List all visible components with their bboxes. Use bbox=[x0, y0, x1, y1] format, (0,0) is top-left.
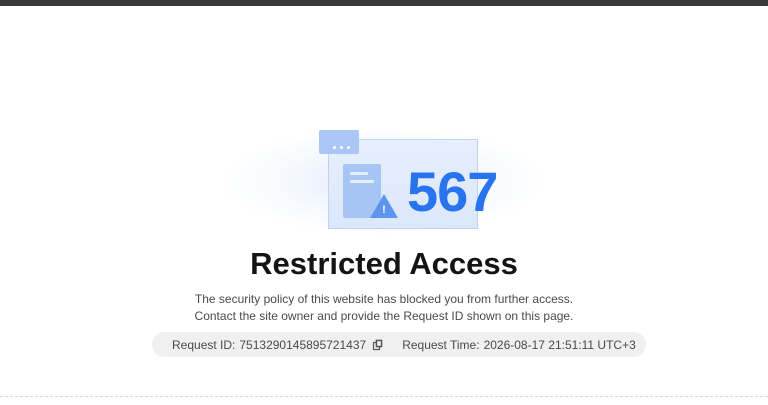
request-id-value: 7513290145895721437 bbox=[239, 337, 367, 352]
error-code: 567 bbox=[407, 160, 498, 223]
page-title: Restricted Access bbox=[250, 246, 518, 281]
copy-icon[interactable] bbox=[372, 339, 384, 351]
request-time-value: 2026-08-17 21:51:11 UTC+3 bbox=[483, 337, 636, 352]
request-info-bar: Request ID: 7513290145895721437 Request … bbox=[152, 332, 646, 357]
window-dots-icon bbox=[333, 146, 350, 149]
request-time-label: Request Time: bbox=[402, 337, 480, 352]
request-id-label: Request ID: bbox=[172, 337, 236, 352]
bottom-divider bbox=[0, 396, 768, 397]
description-line-1: The security policy of this website has … bbox=[194, 292, 574, 306]
browser-top-bar bbox=[0, 0, 768, 6]
illustration-window-tab bbox=[319, 130, 359, 154]
description-line-2: Contact the site owner and provide the R… bbox=[194, 309, 574, 323]
error-illustration: ! 567 bbox=[224, 128, 544, 234]
